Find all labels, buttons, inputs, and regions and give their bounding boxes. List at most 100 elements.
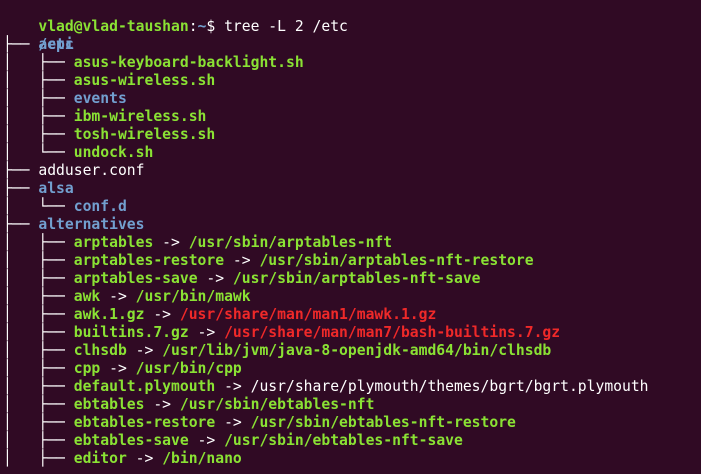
tree-entry-name: ebtables xyxy=(73,396,145,413)
symlink-target: /usr/sbin/ebtables-nft-restore xyxy=(250,414,516,431)
tree-entry-name: asus-wireless.sh xyxy=(73,72,216,89)
tree-branch-glyph: ├── xyxy=(3,162,39,179)
symlink-target: /usr/share/man/man7/bash-builtins.7.gz xyxy=(224,324,561,341)
tree-entry: │ └── undock.sh xyxy=(3,144,153,162)
tree-entry: │ ├── editor -> /bin/nano xyxy=(3,450,242,468)
symlink-target: /usr/bin/mawk xyxy=(135,288,251,305)
tree-entry: ├── alsa xyxy=(3,180,74,198)
tree-branch-glyph: │ ├── xyxy=(3,288,74,305)
tree-branch-glyph: │ ├── xyxy=(3,414,74,431)
tree-branch-glyph: │ ├── xyxy=(3,450,74,467)
tree-branch-glyph: │ ├── xyxy=(3,108,74,125)
tree-entry: │ ├── asus-keyboard-backlight.sh xyxy=(3,54,304,72)
tree-branch-glyph: │ ├── xyxy=(3,252,74,269)
terminal-window[interactable]: vlad@vlad-taushan:~$ tree -L 2 /etc /etc… xyxy=(0,0,701,474)
tree-entry-name: undock.sh xyxy=(73,144,154,161)
tree-entry-name: conf.d xyxy=(73,198,127,215)
symlink-arrow: -> xyxy=(215,378,251,395)
tree-branch-glyph: │ ├── xyxy=(3,270,74,287)
tree-entry-name: alsa xyxy=(38,180,74,197)
tree-entry: │ ├── cpp -> /usr/bin/cpp xyxy=(3,360,242,378)
symlink-arrow: -> xyxy=(126,450,163,467)
tree-branch-glyph: │ ├── xyxy=(3,432,74,449)
tree-entry: │ └── conf.d xyxy=(3,198,127,216)
tree-entry: │ ├── awk.1.gz -> /usr/share/man/man1/ma… xyxy=(3,306,436,324)
tree-branch-glyph: │ ├── xyxy=(3,360,74,377)
prompt-command: tree -L 2 /etc xyxy=(215,18,348,35)
symlink-target: /usr/share/man/man1/mawk.1.gz xyxy=(179,306,437,323)
tree-entry: │ ├── default.plymouth -> /usr/share/ply… xyxy=(3,378,649,396)
tree-entry-name: ibm-wireless.sh xyxy=(73,108,207,125)
tree-branch-glyph: │ ├── xyxy=(3,54,74,71)
tree-entry-name: builtins.7.gz xyxy=(73,324,189,341)
tree-branch-glyph: │ ├── xyxy=(3,72,74,89)
tree-branch-glyph: │ └── xyxy=(3,144,74,161)
tree-branch-glyph: │ ├── xyxy=(3,342,74,359)
symlink-arrow: -> xyxy=(144,306,180,323)
symlink-target: /bin/nano xyxy=(162,450,242,467)
symlink-target: /usr/sbin/arptables-nft-save xyxy=(232,270,481,287)
symlink-target: /usr/sbin/arptables-nft xyxy=(188,234,393,251)
tree-entry-name: ebtables-save xyxy=(73,432,189,449)
tree-entry: ├── alternatives xyxy=(3,216,145,234)
symlink-arrow: -> xyxy=(153,234,189,251)
prompt-symbol: $ xyxy=(206,18,216,35)
tree-entry-name: arptables xyxy=(73,234,154,251)
tree-branch-glyph: │ ├── xyxy=(3,324,74,341)
tree-entry-name: cpp xyxy=(73,360,101,377)
tree-entry-name: alternatives xyxy=(38,216,145,233)
tree-entry: │ ├── builtins.7.gz -> /usr/share/man/ma… xyxy=(3,324,560,342)
tree-branch-glyph: │ ├── xyxy=(3,90,74,107)
tree-entry-name: awk xyxy=(73,288,101,305)
tree-branch-glyph: │ ├── xyxy=(3,306,74,323)
tree-entry: │ ├── ebtables-restore -> /usr/sbin/ebta… xyxy=(3,414,516,432)
tree-entry: │ ├── tosh-wireless.sh xyxy=(3,126,215,144)
tree-root: /etc xyxy=(3,18,73,53)
tree-entry: │ ├── arptables-save -> /usr/sbin/arptab… xyxy=(3,270,481,288)
symlink-target: /usr/sbin/ebtables-nft-save xyxy=(224,432,463,449)
tree-entry-name: editor xyxy=(73,450,127,467)
symlink-target: /usr/share/plymouth/themes/bgrt/bgrt.ply… xyxy=(250,378,649,395)
tree-entry: │ ├── ibm-wireless.sh xyxy=(3,108,206,126)
tree-branch-glyph: ├── xyxy=(3,180,39,197)
tree-entry-name: clhsdb xyxy=(73,342,127,359)
tree-entry: │ ├── awk -> /usr/bin/mawk xyxy=(3,288,251,306)
tree-entry-name: events xyxy=(73,90,127,107)
tree-entry-name: awk.1.gz xyxy=(73,306,145,323)
tree-entry-name: default.plymouth xyxy=(73,378,216,395)
tree-entry: │ ├── arptables-restore -> /usr/sbin/arp… xyxy=(3,252,534,270)
symlink-arrow: -> xyxy=(100,288,136,305)
tree-entry: ├── acpi xyxy=(3,36,74,54)
tree-entry-name: tosh-wireless.sh xyxy=(73,126,216,143)
tree-branch-glyph: │ ├── xyxy=(3,126,74,143)
symlink-target: /usr/sbin/arptables-nft-restore xyxy=(259,252,534,269)
symlink-arrow: -> xyxy=(197,270,233,287)
tree-branch-glyph: ├── xyxy=(3,216,39,233)
symlink-arrow: -> xyxy=(188,432,225,449)
tree-branch-glyph: │ ├── xyxy=(3,378,74,395)
symlink-arrow: -> xyxy=(144,396,180,413)
tree-entry-name: ebtables-restore xyxy=(73,414,216,431)
tree-entry-name: arptables-restore xyxy=(73,252,225,269)
symlink-target: /usr/sbin/ebtables-nft xyxy=(179,396,375,413)
tree-entry-name: asus-keyboard-backlight.sh xyxy=(73,54,304,71)
tree-entry: │ ├── clhsdb -> /usr/lib/jvm/java-8-open… xyxy=(3,342,551,360)
tree-branch-glyph: ├── xyxy=(3,36,39,53)
tree-entry: │ ├── ebtables-save -> /usr/sbin/ebtable… xyxy=(3,432,463,450)
tree-entry-name: acpi xyxy=(38,36,74,53)
tree-entry-name: arptables-save xyxy=(73,270,198,287)
symlink-arrow: -> xyxy=(126,342,163,359)
symlink-arrow: -> xyxy=(224,252,260,269)
prompt-separator: : xyxy=(188,18,198,35)
symlink-arrow: -> xyxy=(215,414,251,431)
symlink-target: /usr/bin/cpp xyxy=(135,360,242,377)
symlink-target: /usr/lib/jvm/java-8-openjdk-amd64/bin/cl… xyxy=(162,342,552,359)
symlink-arrow: -> xyxy=(100,360,136,377)
tree-entry: │ ├── events xyxy=(3,90,127,108)
tree-branch-glyph: │ ├── xyxy=(3,234,74,251)
tree-entry: │ ├── asus-wireless.sh xyxy=(3,72,215,90)
tree-entry: ├── adduser.conf xyxy=(3,162,145,180)
tree-entry: │ ├── ebtables -> /usr/sbin/ebtables-nft xyxy=(3,396,374,414)
tree-branch-glyph: │ └── xyxy=(3,198,74,215)
prompt-line: vlad@vlad-taushan:~$ tree -L 2 /etc xyxy=(3,0,348,35)
